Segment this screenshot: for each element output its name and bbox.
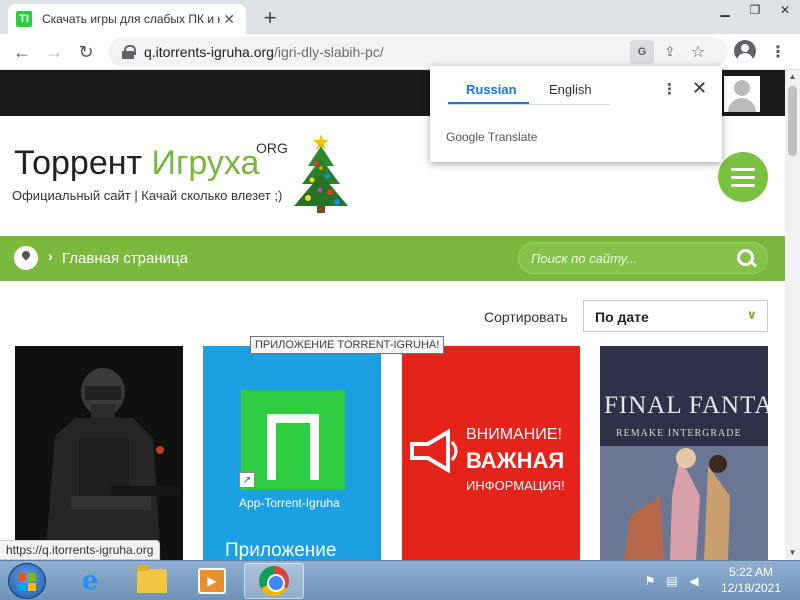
shortcut-arrow-icon: ↗ [239, 472, 255, 488]
game-cover-image [600, 346, 768, 560]
share-icon[interactable]: ⇪ [658, 40, 682, 64]
user-avatar-icon[interactable] [724, 76, 760, 112]
tab-title: Скачать игры для слабых ПК и н [42, 12, 221, 26]
translate-tab-indicator [448, 102, 529, 104]
game-card[interactable]: FINAL FANTASY.VI REMAKE INTERGRADE [600, 346, 768, 560]
url-host: q.itorrents-igruha.org [144, 44, 274, 60]
logo-accent: Игруха [151, 144, 260, 182]
lock-icon[interactable] [122, 45, 136, 59]
volume-icon[interactable]: ◀ [686, 573, 702, 589]
sort-value: По дате [595, 309, 649, 325]
status-bar-url: https://q.itorrents-igruha.org [0, 540, 161, 560]
browser-menu-icon[interactable]: ⋮ [768, 42, 788, 62]
start-button[interactable] [8, 563, 46, 599]
window-close-icon[interactable]: ✕ [770, 0, 800, 20]
soldier-image [15, 346, 183, 560]
url-path: /igri-dly-slabih-pc/ [273, 44, 384, 60]
minimize-icon[interactable]: ▁ [710, 0, 740, 20]
translate-popup: Russian English ⋮ ✕ Google Translate [430, 66, 722, 162]
clock-date: 12/18/2021 [720, 581, 782, 595]
translate-tab-russian[interactable]: Russian [466, 82, 517, 97]
game-cover-title: FINAL FANTASY.VI [604, 392, 768, 419]
alert-line-3: ИНФОРМАЦИЯ! [466, 478, 565, 493]
site-tagline: Официальный сайт | Качай сколько влезет … [12, 188, 283, 203]
page-scrollbar[interactable]: ▲ ▼ [785, 70, 800, 560]
game-card[interactable] [15, 346, 183, 560]
sort-select[interactable]: По дате ∨ [583, 300, 768, 332]
app-tooltip: ПРИЛОЖЕНИЕ TORRENT-IGRUHA! [250, 336, 445, 354]
app-promo-card[interactable]: ↗ App-Torrent-Igruha Приложение [203, 346, 381, 560]
site-favicon: TI [16, 11, 32, 27]
chrome-icon[interactable] [244, 563, 304, 599]
bookmark-star-icon[interactable]: ☆ [686, 40, 710, 64]
windows-taskbar: e ▶ ⚑ ▤ ◀ 5:22 AM 12/18/2021 [0, 560, 800, 600]
clock-time: 5:22 AM [728, 565, 774, 579]
close-icon[interactable]: ✕ [692, 78, 707, 99]
location-pin-icon [14, 246, 38, 270]
sort-label: Сортировать [484, 309, 568, 325]
search-placeholder: Поиск по сайту... [531, 251, 638, 266]
tab-strip: TI Скачать игры для слабых ПК и н ✕ + ▁ … [0, 0, 800, 34]
search-icon[interactable] [737, 249, 757, 269]
megaphone-icon [410, 428, 458, 474]
translate-tab-divider [448, 104, 610, 105]
internet-explorer-icon[interactable]: e [60, 563, 120, 599]
window-controls: ▁ ❐ ✕ [710, 0, 800, 20]
alert-card[interactable]: ВНИМАНИЕ! ВАЖНАЯ ИНФОРМАЦИЯ! [402, 346, 580, 560]
translate-icon[interactable]: G [630, 40, 654, 64]
hamburger-menu-button[interactable] [718, 152, 768, 202]
scroll-up-icon[interactable]: ▲ [785, 70, 800, 84]
game-cover-subtitle: REMAKE INTERGRADE [616, 428, 742, 439]
app-shortcut-label: App-Torrent-Igruha [239, 496, 340, 510]
logo-org: ORG [256, 140, 288, 156]
logo-main: Торрент [14, 144, 152, 182]
chevron-down-icon: ∨ [746, 307, 757, 322]
app-card-caption: Приложение [225, 540, 337, 560]
file-explorer-icon[interactable] [122, 563, 182, 599]
breadcrumb-home[interactable]: Главная страница [62, 250, 188, 267]
site-logo[interactable]: Торрент Игруха [14, 144, 259, 183]
tab-close-icon[interactable]: ✕ [220, 10, 238, 28]
restore-icon[interactable]: ❐ [740, 0, 770, 20]
navigation-bar: › Главная страница Поиск по сайту... [0, 236, 785, 281]
reload-icon[interactable]: ↻ [72, 38, 100, 66]
chevron-right-icon: › [48, 248, 53, 264]
site-search-input[interactable]: Поиск по сайту... [518, 242, 768, 274]
app-logo-icon [241, 390, 345, 490]
network-icon[interactable]: ▤ [664, 573, 680, 589]
alert-line-2: ВАЖНАЯ [466, 448, 565, 473]
address-bar[interactable]: q.itorrents-igruha.org/igri-dly-slabih-p… [108, 37, 728, 67]
browser-tab[interactable]: TI Скачать игры для слабых ПК и н ✕ [8, 4, 246, 34]
google-translate-brand: Google Translate [446, 130, 538, 144]
browser-toolbar: ← → ↻ q.itorrents-igruha.org/igri-dly-sl… [0, 34, 800, 70]
more-options-icon[interactable]: ⋮ [662, 80, 677, 98]
forward-icon[interactable]: → [40, 38, 68, 66]
profile-icon[interactable] [734, 40, 756, 62]
translate-tab-english[interactable]: English [549, 82, 592, 97]
system-clock[interactable]: 5:22 AM 12/18/2021 [712, 564, 790, 596]
new-tab-icon[interactable]: + [258, 5, 282, 30]
media-player-icon[interactable]: ▶ [182, 563, 242, 599]
scroll-down-icon[interactable]: ▼ [785, 546, 800, 560]
flag-icon[interactable]: ⚑ [642, 573, 658, 589]
alert-line-1: ВНИМАНИЕ! [466, 426, 562, 443]
christmas-tree-icon [294, 134, 348, 213]
scrollbar-thumb[interactable] [788, 86, 797, 156]
back-icon[interactable]: ← [8, 38, 36, 66]
